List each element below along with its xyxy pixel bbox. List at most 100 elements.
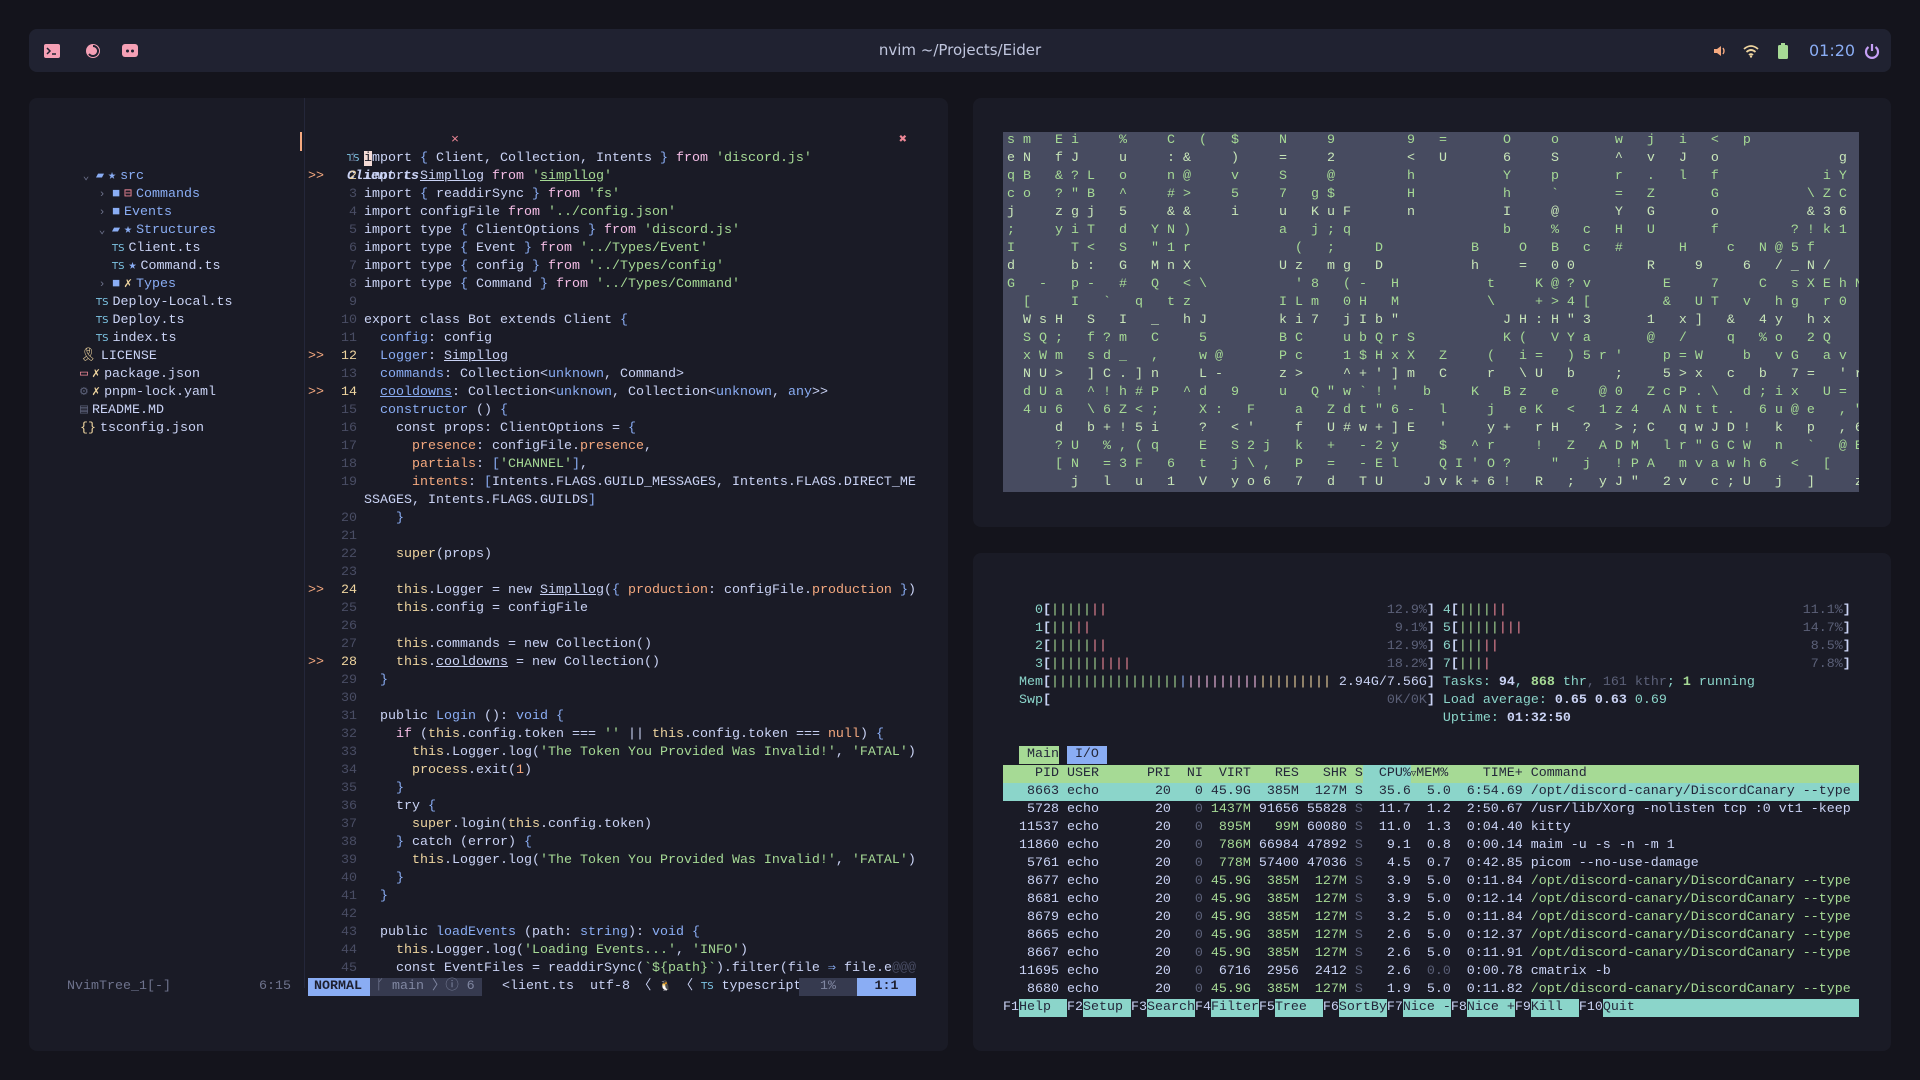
code-line[interactable]: 34 process.exit(1) [308,762,948,780]
code-line[interactable]: 30 [308,690,948,708]
code-line[interactable]: 15 constructor () { [308,402,948,420]
tree-item-package-json[interactable]: ▭ ✗ package.json [80,366,200,384]
tree-item-structures[interactable]: ⌄ ▰ ★ Structures [96,222,216,240]
fkey-nice[interactable]: Nice + [1466,999,1515,1017]
process-row[interactable]: 8677 echo 20 0 45.9G 385M 127M S 3.9 5.0 0:11.84/o… [1003,873,1859,891]
process-row[interactable]: 8679 echo 20 0 45.9G 385M 127M S 3.2 5.0 0:11.84/o… [1003,909,1859,927]
code-line[interactable]: 36 try { [308,798,948,816]
breakpoint-sign[interactable]: >> [308,348,325,366]
process-row[interactable]: 5728 echo 20 0 1437M 91656 55828 S 11.7 1.2 2:50.6… [1003,801,1859,819]
process-row[interactable]: 8665 echo 20 0 45.9G 385M 127M S 2.6 5.0 0:12.37/o… [1003,927,1859,945]
fkey-search[interactable]: Search [1146,999,1195,1017]
chevron-right-icon[interactable]: › [96,204,108,222]
code-line[interactable]: >> 14 cooldowns: Collection<unknown, Coll… [308,384,948,402]
tree-item-deploy-local-ts[interactable]: TS Deploy-Local.ts [96,294,232,312]
code-line[interactable]: 4 import configFile from '../config.json' [308,204,948,222]
code-line[interactable]: 38 } catch (error) { [308,834,948,852]
column-header-ni[interactable]: NI [1171,765,1203,783]
tree-item-src[interactable]: ⌄ ▰ ★ src [80,168,144,186]
process-row[interactable]: 8663 echo 20 0 45.9G 385M 127M S 35.6 5.0 6:54.69 /… [1003,783,1859,801]
column-header-user[interactable]: USER [1059,765,1139,783]
power-icon[interactable] [1863,42,1881,60]
clock[interactable]: 01:20 [1809,29,1855,72]
code-line[interactable]: 19 intents: [Intents.FLAGS.GUILD_MESSAGE… [308,474,948,510]
tree-item-readme-md[interactable]: ▤ README.MD [80,402,164,420]
code-line[interactable]: 35 } [308,780,948,798]
code-line[interactable]: 1 import { Client, Collection, Intents } … [308,150,948,168]
column-header-cpu[interactable]: CPU% [1362,765,1411,783]
code-line[interactable]: 20 } [308,510,948,528]
code-line[interactable]: 17 presence: configFile.presence, [308,438,948,456]
tree-item-client-ts[interactable]: TS Client.ts [112,240,200,258]
code-line[interactable]: 9 [308,294,948,312]
process-row[interactable]: 8681 echo 20 0 45.9G 385M 127M S 3.9 5.0 0:12.14/o… [1003,891,1859,909]
code-line[interactable]: >> 24 this.Logger = new Simpllog({ produc… [308,582,948,600]
chevron-down-icon[interactable]: ⌄ [80,168,92,186]
close-all-icon[interactable]: ✖ [899,132,907,150]
process-row[interactable]: 11537 echo 20 0 895M 99M 60080 S 11.0 1.3 0:04.40 k… [1003,819,1859,837]
code-line[interactable]: 6 import type { Event } from '../Types/Ev… [308,240,948,258]
chevron-right-icon[interactable]: › [96,276,108,294]
process-row[interactable]: 8667 echo 20 0 45.9G 385M 127M S 2.6 5.0 0:11.91/o… [1003,945,1859,963]
tree-item-license[interactable]: 🎗 LICENSE [80,348,157,366]
fkey-filter[interactable]: Filter [1210,999,1259,1017]
column-header-res[interactable]: RES [1251,765,1299,783]
column-header-shr[interactable]: SHR [1299,765,1347,783]
code-line[interactable]: 18 partials: ['CHANNEL'], [308,456,948,474]
process-row[interactable]: 11860 echo 20 0 786M 66984 47892 S 9.1 0.8 0:00.14… [1003,837,1859,855]
tree-item-types[interactable]: › ■ ✗ Types [96,276,176,294]
column-header-pri[interactable]: PRI [1139,765,1171,783]
column-header-cmd[interactable]: Command [1523,765,1587,783]
fkey-quit[interactable]: Quit [1602,999,1651,1017]
code-line[interactable]: 42 [308,906,948,924]
breakpoint-sign[interactable]: >> [308,384,325,402]
code-line[interactable]: 16 const props: ClientOptions = { [308,420,948,438]
volume-icon[interactable] [1711,42,1729,60]
column-header-time[interactable]: TIME+ [1451,765,1523,783]
wifi-icon[interactable] [1742,42,1760,60]
code-line[interactable]: 29 } [308,672,948,690]
tree-item-index-ts[interactable]: TS index.ts [96,330,176,348]
code-line[interactable]: 32 if (this.config.token === '' || this.… [308,726,948,744]
code-line[interactable]: 37 super.login(this.config.token) [308,816,948,834]
code-line[interactable]: 41 } [308,888,948,906]
code-line[interactable]: 5 import type { ClientOptions } from 'dis… [308,222,948,240]
code-line[interactable]: 11 config: config [308,330,948,348]
breakpoint-sign[interactable]: >> [308,582,325,600]
process-row[interactable]: 8680 echo 20 0 45.9G 385M 127M S 1.9 5.0 0:11.82/o… [1003,981,1859,999]
process-row[interactable]: 5761 echo 20 0 778M 57400 47036 S 4.5 0.7 0:42.85 p… [1003,855,1859,873]
code-line[interactable]: 13 commands: Collection<unknown, Command… [308,366,948,384]
code-line[interactable]: 33 this.Logger.log('The Token You Provid… [308,744,948,762]
code-line[interactable]: 27 this.commands = new Collection() [308,636,948,654]
tree-item-events[interactable]: › ■ Events [96,204,172,222]
column-header-s[interactable]: S [1347,765,1363,783]
code-line[interactable]: 44 this.Logger.log('Loading Events...', … [308,942,948,960]
column-header-mem[interactable]: ▽MEM% [1411,765,1451,783]
breakpoint-sign[interactable]: >> [308,168,325,186]
fkey-sortby[interactable]: SortBy [1338,999,1387,1017]
code-line[interactable]: 26 [308,618,948,636]
fkey-kill[interactable]: Kill [1530,999,1579,1017]
code-line[interactable]: 40 } [308,870,948,888]
code-line[interactable]: 39 this.Logger.log('The Token You Provid… [308,852,948,870]
code-line[interactable]: >> 2 import Simpllog from 'simpllog' [308,168,948,186]
fkey-setup[interactable]: Setup [1082,999,1131,1017]
code-line[interactable]: >> 12 Logger: Simpllog [308,348,948,366]
tab-close-button[interactable]: × [451,132,459,150]
tree-item-pnpm-lock-yaml[interactable]: ⚙ ✗ pnpm-lock.yaml [80,384,216,402]
fkey-help[interactable]: Help [1019,999,1067,1017]
tab-client-ts[interactable]: TS Client.ts [331,132,419,184]
code-line[interactable]: 7 import type { config } from '../Types/c… [308,258,948,276]
tab-io[interactable]: I/O [1066,746,1107,764]
code-line[interactable]: 23 [308,564,948,582]
code-line[interactable]: 43 public loadEvents (path: string): voi… [308,924,948,942]
code-line[interactable]: 8 import type { Command } from '../Types/… [308,276,948,294]
breakpoint-sign[interactable]: >> [308,654,325,672]
tree-item-deploy-ts[interactable]: TS Deploy.ts [96,312,184,330]
column-header-pid[interactable]: PID [1003,765,1059,783]
code-line[interactable]: 21 [308,528,948,546]
code-line[interactable]: >> 28 this.cooldowns = new Collection() [308,654,948,672]
chevron-down-icon[interactable]: ⌄ [96,222,108,240]
chevron-right-icon[interactable]: › [96,186,108,204]
code-line[interactable]: 25 this.config = configFile [308,600,948,618]
